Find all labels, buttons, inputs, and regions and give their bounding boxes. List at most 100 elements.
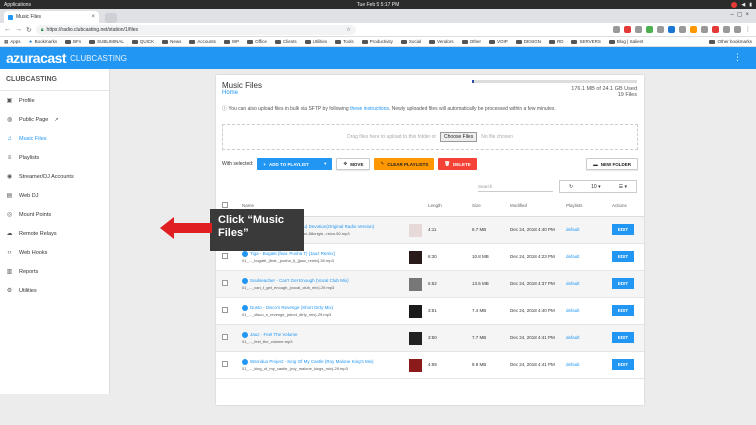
row-checkbox[interactable]: [222, 334, 228, 340]
bookmark[interactable]: Productivity: [361, 39, 393, 44]
extension-icon[interactable]: [690, 26, 697, 33]
page-size-select[interactable]: 10 ▾: [591, 184, 600, 190]
playlist-link[interactable]: default: [566, 216, 612, 243]
new-folder-button[interactable]: ▬ NEW FOLDER: [586, 158, 638, 170]
play-icon[interactable]: [242, 277, 248, 284]
extension-icon[interactable]: [679, 26, 686, 33]
extension-icon[interactable]: [624, 26, 631, 33]
bookmark[interactable]: Accounts: [189, 39, 216, 44]
sidebar-item-streamer-accounts[interactable]: ◉ Streamer/DJ Accounts: [0, 167, 109, 186]
bookmark[interactable]: Other: [461, 39, 481, 44]
extension-icon[interactable]: [701, 26, 708, 33]
delete-button[interactable]: 🗑︎ DELETE: [438, 158, 477, 170]
play-icon[interactable]: [242, 358, 248, 365]
more-vert-icon[interactable]: ⋮: [733, 52, 742, 63]
sidebar-item-web-hooks[interactable]: ‹› Web Hooks: [0, 243, 109, 262]
extension-icon[interactable]: [657, 26, 664, 33]
forward-icon[interactable]: →: [15, 26, 22, 33]
extension-icon[interactable]: [668, 26, 675, 33]
extension-icon[interactable]: [734, 26, 741, 33]
edit-button[interactable]: EDIT: [612, 359, 634, 370]
play-icon[interactable]: [242, 250, 248, 257]
reload-icon[interactable]: ↻: [26, 26, 32, 34]
add-to-playlist-button[interactable]: + ADD TO PLAYLIST ▾: [257, 158, 333, 170]
song-title-link[interactable]: Soulseacher - Can't Get Enough (Vocal Cl…: [242, 277, 428, 284]
bookmark[interactable]: Office: [247, 39, 267, 44]
menu-icon[interactable]: ⋮: [745, 26, 752, 33]
edit-button[interactable]: EDIT: [612, 278, 634, 289]
search-input[interactable]: Search: [478, 184, 553, 192]
bookmark[interactable]: Social: [400, 39, 421, 44]
play-icon[interactable]: [242, 304, 248, 311]
back-icon[interactable]: ←: [4, 26, 11, 33]
edit-button[interactable]: EDIT: [612, 251, 634, 262]
extension-icon[interactable]: [723, 26, 730, 33]
bookmark[interactable]: Utilities: [304, 39, 327, 44]
playlist-link[interactable]: default: [566, 243, 612, 270]
url-bar[interactable]: 🔒︎ https://radio.clubcasting.net/station…: [35, 24, 356, 35]
col-modified[interactable]: Modified: [510, 196, 566, 217]
row-checkbox[interactable]: [222, 307, 228, 313]
sidebar-item-reports[interactable]: ▥ Reports: [0, 262, 109, 281]
song-title-link[interactable]: Jauz - Feel The Volume: [242, 331, 428, 338]
playlist-link[interactable]: default: [566, 324, 612, 351]
upload-dropzone[interactable]: Drag files here to upload to this folder…: [222, 124, 638, 150]
other-bookmarks[interactable]: Other bookmarks: [709, 39, 752, 44]
browser-tab[interactable]: Music Files ×: [4, 11, 99, 23]
extension-icon[interactable]: [646, 26, 653, 33]
sidebar-item-remote-relays[interactable]: ☁ Remote Relays: [0, 224, 109, 243]
table-row[interactable]: Soulseacher - Can't Get Enough (Vocal Cl…: [216, 270, 644, 297]
bookmark[interactable]: DESIGN: [515, 39, 541, 44]
bookmark[interactable]: WP: [223, 39, 239, 44]
edit-button[interactable]: EDIT: [612, 305, 634, 316]
close-tab-icon[interactable]: ×: [91, 14, 95, 20]
new-tab-button[interactable]: [105, 13, 117, 23]
playlist-link[interactable]: default: [566, 297, 612, 324]
edit-button[interactable]: EDIT: [612, 332, 634, 343]
sidebar-item-public-page[interactable]: ◍ Public Page ↗: [0, 110, 109, 129]
bookmark[interactable]: SUBLIMINAL: [89, 39, 124, 44]
move-button[interactable]: ✥ MOVE: [336, 158, 371, 170]
bookmark[interactable]: Clients: [274, 39, 297, 44]
song-title-link[interactable]: Tiga - Bugatti (feat. Pusha T) [Jauz Rem…: [242, 250, 428, 257]
edit-button[interactable]: EDIT: [612, 224, 634, 235]
row-checkbox[interactable]: [222, 253, 228, 259]
clear-playlists-button[interactable]: ✎ CLEAR PLAYLISTS: [374, 158, 435, 170]
bookmark[interactable]: RD: [548, 39, 563, 44]
choose-files-button[interactable]: Choose Files: [440, 132, 478, 142]
bookmark[interactable]: Blog | Salient: [608, 39, 643, 44]
star-icon[interactable]: ☆: [346, 27, 350, 33]
table-row[interactable]: Warriduo Project - King Of My Castle (Ro…: [216, 351, 644, 378]
table-row[interactable]: Jauz - Feel The Volume 01_..._feel_the_vo…: [216, 324, 644, 351]
play-icon[interactable]: [242, 331, 248, 338]
select-all-checkbox[interactable]: [222, 202, 228, 209]
playlist-link[interactable]: default: [566, 270, 612, 297]
sidebar-item-music-files[interactable]: ♫ Music Files: [0, 129, 109, 148]
song-title-link[interactable]: Warriduo Project - King Of My Castle (Ro…: [242, 358, 428, 365]
sidebar-item-mount-points[interactable]: ◎ Mount Points: [0, 205, 109, 224]
extension-icon[interactable]: [712, 26, 719, 33]
sidebar-item-playlists[interactable]: ≡ Playlists: [0, 148, 109, 167]
bookmark[interactable]: QUICK: [131, 39, 154, 44]
bookmark[interactable]: News: [162, 39, 181, 44]
song-title-link[interactable]: Dusto - Disco's Revenge (Short Dirty Mix…: [242, 304, 428, 311]
bookmark[interactable]: Vendors: [429, 39, 454, 44]
sidebar-item-web-dj[interactable]: ▤ Web DJ: [0, 186, 109, 205]
bookmark[interactable]: VOIP: [488, 39, 508, 44]
sftp-instructions-link[interactable]: these instructions: [350, 106, 389, 112]
extension-icon[interactable]: [613, 26, 620, 33]
sidebar-item-utilities[interactable]: ⚙ Utilities: [0, 281, 109, 300]
extension-icon[interactable]: [635, 26, 642, 33]
playlist-link[interactable]: default: [566, 351, 612, 378]
col-size[interactable]: Size: [472, 196, 510, 217]
refresh-icon[interactable]: ↻: [569, 184, 573, 190]
window-controls[interactable]: –▢×: [730, 11, 752, 18]
row-checkbox[interactable]: [222, 280, 228, 286]
bookmark[interactable]: Tools: [335, 39, 354, 44]
sidebar-item-profile[interactable]: ▣ Profile: [0, 91, 109, 110]
bookmark[interactable]: ▦ Apps: [4, 39, 21, 45]
table-row[interactable]: Dusto - Disco's Revenge (Short Dirty Mix…: [216, 297, 644, 324]
col-length[interactable]: Length: [428, 196, 472, 217]
azuracast-logo[interactable]: azuracast: [6, 50, 67, 66]
bookmark[interactable]: BFs: [65, 39, 81, 44]
